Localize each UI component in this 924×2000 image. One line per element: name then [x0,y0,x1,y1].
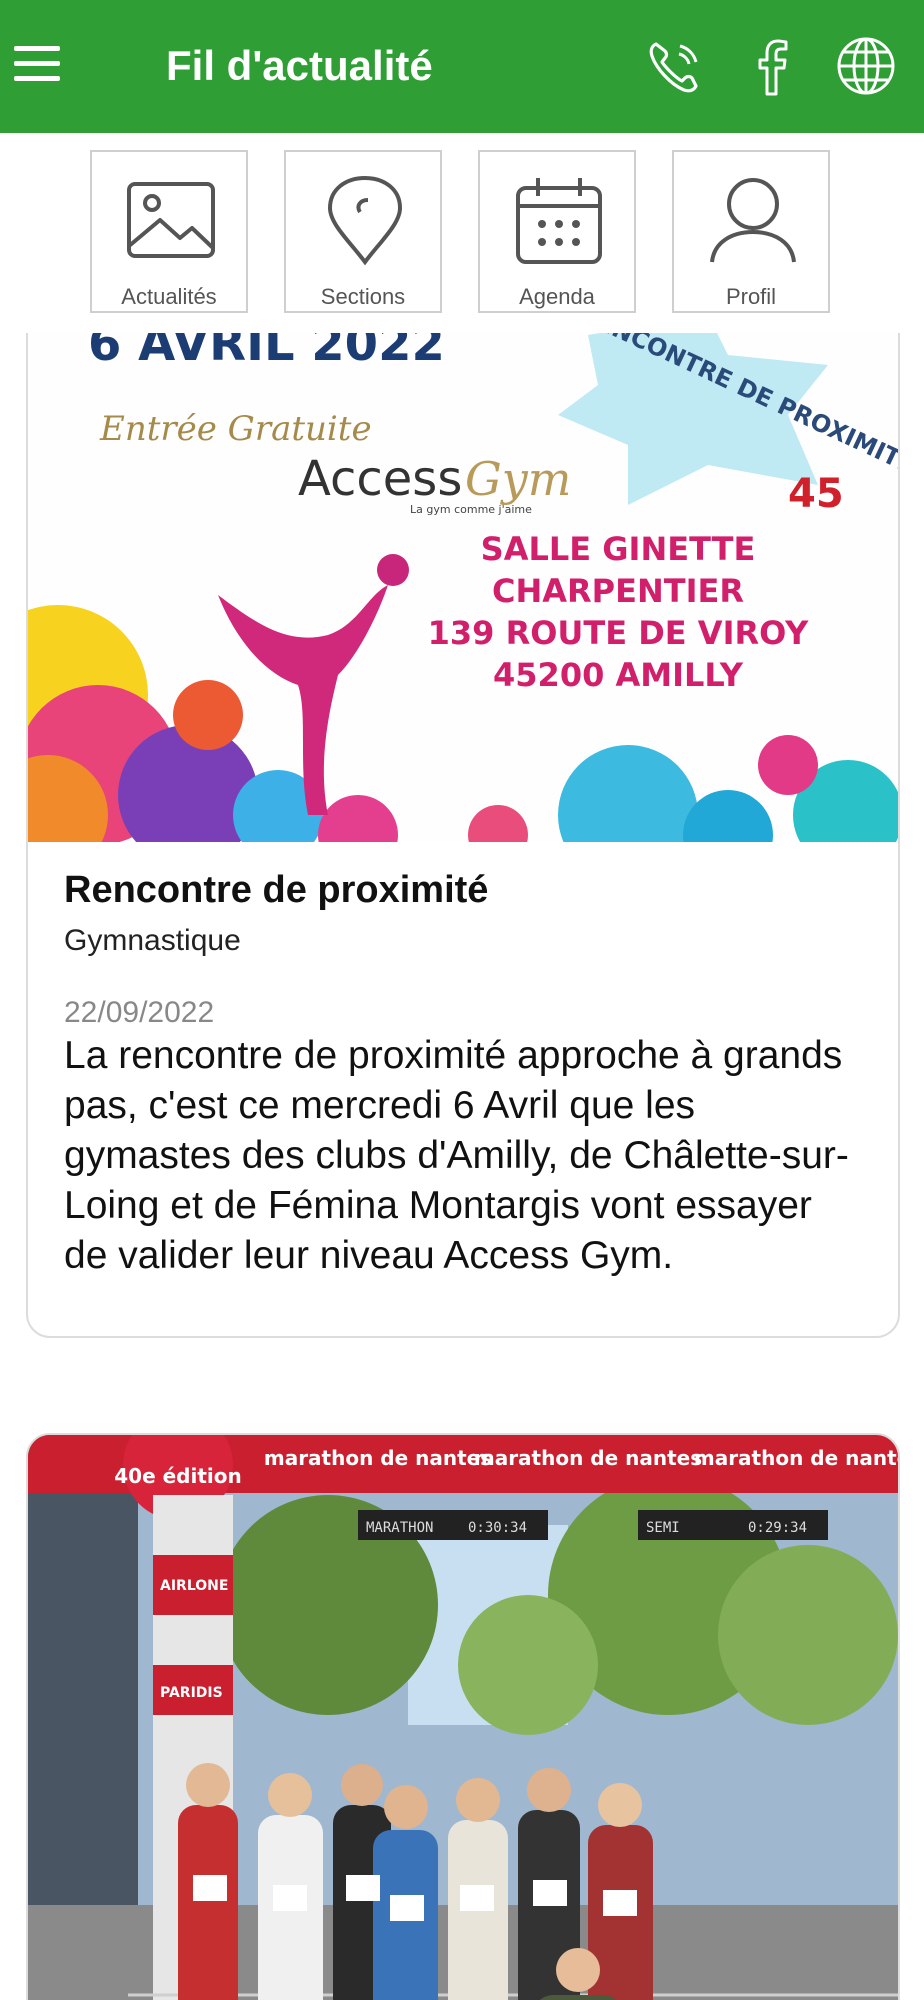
clock-time: 0:30:34 [468,1520,527,1536]
news-date: 22/09/2022 [64,996,215,1029]
news-title: Rencontre de proximité [64,869,489,911]
photo-banner: marathon de nantes [694,1446,900,1470]
news-card[interactable]: marathon de nantes marathon de nantes ma… [26,1433,900,2000]
user-icon [710,178,796,263]
tile-label: Agenda [519,284,595,309]
news-category: Gymnastique [64,924,241,957]
tile-label: Actualités [121,284,217,309]
location-pin-icon [327,176,403,266]
clock-time: 0:29:34 [748,1520,807,1536]
news-card[interactable]: 6 AVRIL 2022 Entrée Gratuite RENCONTRE D… [26,333,900,1338]
app-bar: Fil d'actualité [0,0,924,133]
poster-date: 6 AVRIL 2022 [88,333,445,372]
photo-sponsor: PARIDIS [160,1685,223,1701]
poster-brand-script: Gym [465,452,571,506]
poster-brand: Access [298,451,462,507]
tile-profil[interactable]: Profil [672,150,830,313]
facebook-icon[interactable] [740,34,804,98]
menu-icon[interactable] [14,46,60,86]
tile-label: Profil [725,284,777,309]
poster-venue-line: CHARPENTIER [492,572,744,610]
globe-icon[interactable] [834,34,898,98]
news-image: marathon de nantes marathon de nantes ma… [28,1435,900,2000]
image-icon [127,182,215,258]
news-feed[interactable]: 6 AVRIL 2022 Entrée Gratuite RENCONTRE D… [0,333,924,2000]
shortcut-bar: Actualités Sections Agenda Profil [0,133,924,333]
poster-venue-line: SALLE GINETTE [481,530,756,568]
phone-icon[interactable] [642,34,706,98]
news-text: La rencontre de proximité approche à gra… [64,1034,849,1277]
clock-label: MARATHON [366,1520,433,1536]
photo-sponsor: AIRLONE [160,1578,228,1594]
poster-brand-tagline: La gym comme j'aime [410,503,532,516]
tile-actualites[interactable]: Actualités [90,150,248,313]
news-image: 6 AVRIL 2022 Entrée Gratuite RENCONTRE D… [28,333,898,842]
poster-entry: Entrée Gratuite [99,409,372,449]
photo-banner: marathon de nantes [264,1446,492,1470]
tile-sections[interactable]: Sections [284,150,442,313]
clock-label: SEMI [646,1520,680,1536]
page-title: Fil d'actualité [166,42,433,89]
poster-venue-line: 45200 AMILLY [493,656,744,694]
tile-agenda[interactable]: Agenda [478,150,636,313]
calendar-icon [516,178,602,264]
photo-edition: 40e édition [114,1464,242,1488]
poster-venue-line: 139 ROUTE DE VIROY [428,614,810,652]
photo-banner: marathon de nantes [474,1446,702,1470]
tile-label: Sections [320,284,406,309]
poster-club-logo: 45 [788,471,844,517]
